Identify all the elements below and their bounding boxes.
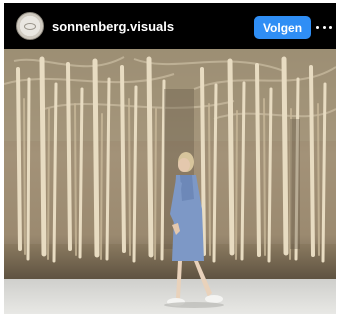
avatar[interactable] — [16, 12, 44, 40]
post-image[interactable] — [4, 49, 336, 314]
post-header: sonnenberg.visuals Volgen — [4, 3, 336, 49]
more-options-icon[interactable] — [316, 19, 332, 35]
branch-installation-art — [4, 49, 336, 308]
dot — [329, 25, 332, 29]
follow-button[interactable]: Volgen — [254, 16, 311, 39]
username-link[interactable]: sonnenberg.visuals — [52, 19, 174, 34]
instagram-post: sonnenberg.visuals Volgen — [4, 3, 336, 314]
dot — [316, 25, 319, 29]
dot — [322, 25, 326, 29]
avatar-logo-icon — [24, 22, 36, 30]
